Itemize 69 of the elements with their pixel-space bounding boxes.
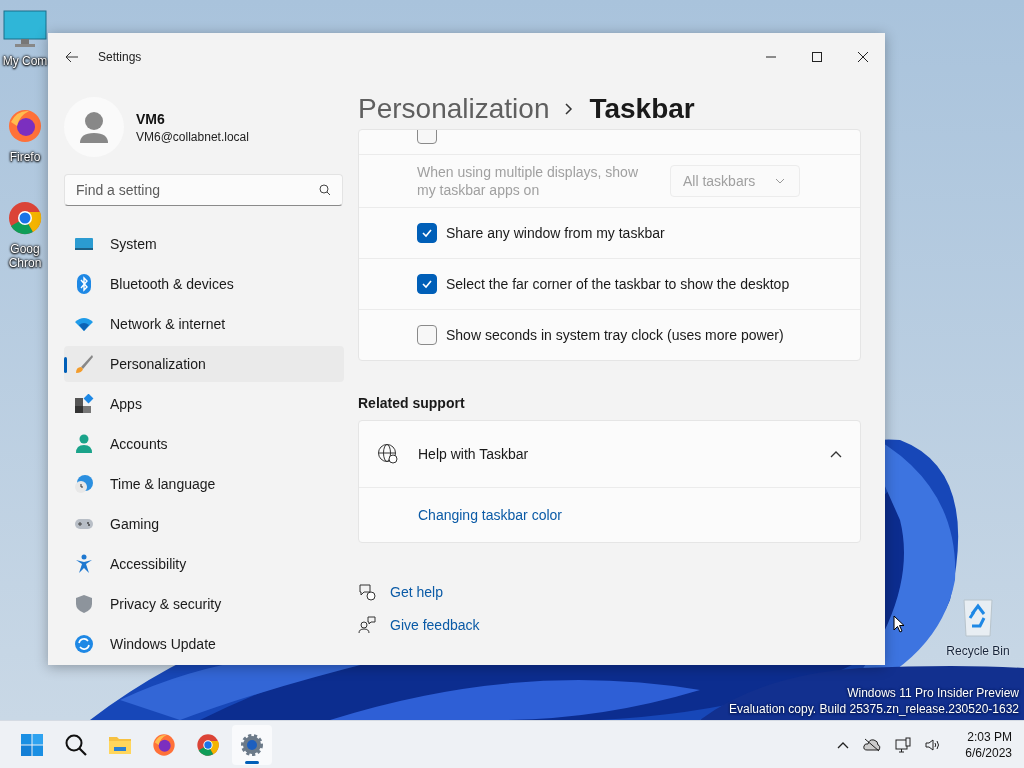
checkmark-icon	[421, 227, 433, 239]
help-icon	[358, 582, 376, 601]
nav-item[interactable]: Network & internet	[64, 306, 344, 342]
help-expander[interactable]: Help with Taskbar	[359, 421, 860, 487]
maximize-icon[interactable]	[812, 52, 822, 62]
firefox-icon	[152, 732, 176, 757]
checkbox-label: Show seconds in system tray clock (uses more power)	[446, 327, 784, 343]
help-link[interactable]: Changing taskbar color	[418, 507, 562, 523]
watermark-text: Windows 11 Pro Insider Preview	[847, 685, 1019, 701]
nav-item[interactable]: Privacy & security	[64, 586, 344, 622]
monitor-icon	[3, 10, 47, 48]
search-field[interactable]: Find a setting	[64, 174, 343, 206]
search-icon	[64, 732, 88, 757]
nav-item[interactable]: Apps	[64, 386, 344, 422]
setting-label: When using multiple displays, show my taskbar apps on	[417, 163, 639, 199]
user-email: VM6@collabnet.local	[136, 129, 249, 144]
window-title: Settings	[98, 50, 142, 64]
avatar-icon	[64, 97, 124, 157]
nav-item[interactable]: Gaming	[64, 506, 344, 542]
personalization-nav-icon	[74, 354, 94, 374]
checkbox[interactable]	[417, 223, 437, 243]
nav-item[interactable]: Windows Update	[64, 626, 344, 662]
nav-item[interactable]: Bluetooth & devices	[64, 266, 344, 302]
chrome-icon	[7, 200, 43, 236]
checkmark-icon	[421, 278, 433, 290]
chevron-up-icon[interactable]	[837, 740, 850, 749]
watermark-text: Evaluation copy. Build 25375.zn_release.230520-1632	[729, 701, 1019, 717]
page-title: Taskbar	[589, 93, 695, 125]
gear-icon	[240, 732, 264, 757]
nav-item[interactable]: System	[64, 226, 344, 262]
privacy-nav-icon	[74, 594, 94, 614]
nav-item[interactable]: Personalization	[64, 346, 344, 382]
accessibility-nav-icon	[74, 554, 94, 574]
chevron-down-icon	[775, 178, 785, 184]
firefox-icon	[7, 108, 43, 144]
nav-item[interactable]: Time & language	[64, 466, 344, 502]
nav-item[interactable]: Accessibility	[64, 546, 344, 582]
chevron-up-icon	[830, 450, 842, 458]
cursor-icon	[893, 615, 905, 633]
update-nav-icon	[74, 634, 94, 654]
checkbox[interactable]	[417, 274, 437, 294]
desktop-icon-label[interactable]: Recycle Bin	[946, 644, 1010, 658]
globe-icon	[377, 443, 399, 465]
user-name: VM6	[136, 110, 166, 127]
nav-item[interactable]: Accounts	[64, 426, 344, 462]
breadcrumb-parent[interactable]: Personalization	[358, 93, 550, 125]
section-heading: Related support	[358, 395, 466, 411]
chevron-right-icon	[565, 103, 574, 115]
checkbox-label: Select the far corner of the taskbar to show the desktop	[446, 276, 790, 292]
time-nav-icon	[74, 474, 94, 494]
accounts-nav-icon	[74, 434, 94, 454]
checkbox[interactable]	[417, 130, 437, 144]
feedback-icon	[358, 615, 376, 634]
back-icon[interactable]	[65, 51, 79, 63]
windows-logo-icon	[20, 732, 44, 757]
bluetooth-nav-icon	[74, 274, 94, 294]
chrome-icon	[196, 732, 220, 757]
checkbox[interactable]	[417, 325, 437, 345]
network-icon[interactable]	[895, 736, 912, 753]
volume-icon[interactable]	[925, 737, 942, 752]
footer-link[interactable]: Give feedback	[390, 616, 480, 633]
cloud-off-icon[interactable]	[863, 737, 882, 752]
footer-link[interactable]: Get help	[390, 583, 443, 600]
apps-nav-icon	[74, 394, 94, 414]
close-icon[interactable]	[858, 52, 868, 62]
clock[interactable]: 2:03 PM 6/6/2023	[965, 728, 1012, 761]
recycle-bin-icon	[960, 596, 996, 638]
checkbox-label: Share any window from my taskbar	[446, 225, 665, 241]
search-icon	[319, 184, 331, 196]
